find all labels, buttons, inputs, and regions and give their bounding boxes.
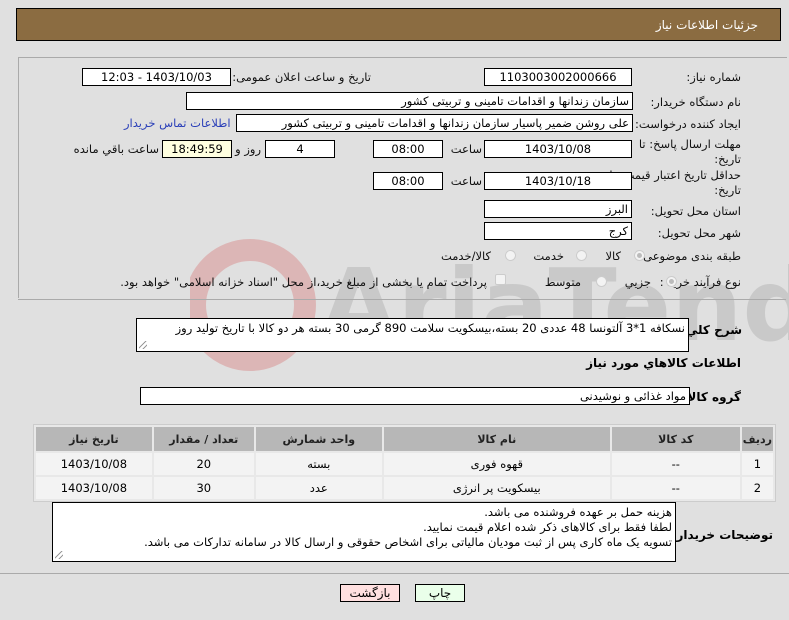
- process-radio-medium[interactable]: [596, 276, 607, 287]
- table-row: 2 -- بیسکویت پر انرژی عدد 30 1403/10/08: [36, 477, 773, 499]
- col-date: تاریخ نیاز: [36, 427, 152, 451]
- need-number-label: شماره نیاز:: [686, 70, 741, 84]
- cell-row: 2: [741, 477, 773, 499]
- buyer-org-field[interactable]: سازمان زندانها و اقدامات تامینی و تربیتی…: [186, 92, 633, 110]
- remaining-time-label: ساعت باقي مانده: [73, 142, 159, 156]
- category-option-goods-service: کالا/خدمت: [440, 249, 491, 263]
- cell-unit: عدد: [255, 477, 382, 499]
- cell-date: 1403/10/08: [36, 477, 152, 499]
- buyer-notes-label: توضیحات خریدار:: [671, 528, 773, 542]
- city-field[interactable]: کرج: [484, 222, 632, 240]
- days-remaining-field[interactable]: 4: [265, 140, 335, 158]
- announce-datetime-field[interactable]: 1403/10/03 - 12:03: [82, 68, 231, 86]
- col-qty: تعداد / مقدار: [153, 427, 254, 451]
- process-radio-minor[interactable]: [666, 276, 677, 287]
- creator-label: ایجاد کننده درخواست:: [635, 117, 741, 131]
- buyer-notes-textarea[interactable]: هزینه حمل بر عهده فروشنده می باشد. لطفا …: [52, 502, 676, 562]
- category-radio-goods-service[interactable]: [505, 250, 516, 261]
- process-option-minor: جزیي: [624, 275, 651, 289]
- validity-date-field[interactable]: 1403/10/18: [484, 172, 632, 190]
- page-title: جزئیات اطلاعات نیاز: [655, 18, 758, 32]
- cell-unit: بسته: [255, 453, 382, 475]
- treasury-payment-note: پرداخت تمام یا بخشی از مبلغ خرید،از محل …: [120, 275, 487, 289]
- days-label: روز و: [235, 142, 261, 156]
- cell-name: بیسکویت پر انرژی: [383, 477, 610, 499]
- deadline-label: مهلت ارسال پاسخ: تا: [638, 137, 741, 151]
- buyer-note-line: هزینه حمل بر عهده فروشنده می باشد.: [484, 505, 672, 519]
- city-label: شهر محل تحویل:: [657, 226, 741, 240]
- province-field[interactable]: البرز: [484, 200, 632, 218]
- need-number-field[interactable]: 1103003002000666: [484, 68, 632, 86]
- category-option-service: خدمت: [533, 249, 564, 263]
- category-option-goods: کالا: [605, 249, 621, 263]
- col-row: ردیف: [741, 427, 773, 451]
- goods-section-title: اطلاعات کالاهاي مورد نیاز: [586, 356, 741, 370]
- buyer-org-label: نام دستگاه خریدار:: [650, 95, 741, 109]
- deadline-time-label: ساعت: [450, 142, 482, 156]
- col-name: نام کالا: [383, 427, 610, 451]
- category-radio-service[interactable]: [576, 250, 587, 261]
- buyer-note-line: لطفا فقط برای کالاهای ذکر شده اعلام قیمت…: [423, 520, 672, 534]
- deadline-time-field[interactable]: 08:00: [373, 140, 443, 158]
- process-option-medium: متوسط: [544, 275, 581, 289]
- cell-date: 1403/10/08: [36, 453, 152, 475]
- deadline-label-date: تاریخ:: [714, 152, 741, 166]
- remaining-time-field[interactable]: 18:49:59: [162, 140, 232, 158]
- back-button[interactable]: بازگشت: [340, 584, 400, 602]
- resize-grip-icon[interactable]: [139, 341, 147, 349]
- cell-qty: 20: [153, 453, 254, 475]
- validity-time-field[interactable]: 08:00: [373, 172, 443, 190]
- items-table: ردیف کد کالا نام کالا واحد شمارش تعداد /…: [33, 424, 776, 502]
- buyer-note-line: تسویه یک ماه کاری پس از ثبت مودیان مالیا…: [144, 535, 672, 549]
- cell-qty: 30: [153, 477, 254, 499]
- description-text: نسکافه 1*3 آلتونسا 48 عددی 20 بسته،بیسکو…: [175, 321, 685, 335]
- category-radio-goods[interactable]: [634, 250, 645, 261]
- print-button[interactable]: چاپ: [415, 584, 465, 602]
- deadline-date-field[interactable]: 1403/10/08: [484, 140, 632, 158]
- validity-time-label: ساعت: [450, 174, 482, 188]
- col-code: کد کالا: [611, 427, 740, 451]
- buyer-contact-link[interactable]: اطلاعات تماس خریدار: [124, 116, 231, 130]
- divider: [18, 299, 786, 300]
- description-textarea[interactable]: نسکافه 1*3 آلتونسا 48 عددی 20 بسته،بیسکو…: [136, 318, 689, 352]
- cell-row: 1: [741, 453, 773, 475]
- resize-grip-icon: [120, 282, 130, 292]
- validity-label-date: تاریخ:: [714, 183, 741, 197]
- announce-label: تاریخ و ساعت اعلان عمومی:: [232, 70, 371, 84]
- cell-name: قهوه فوری: [383, 453, 610, 475]
- category-label: طبقه بندی موضوعی:: [639, 249, 741, 263]
- page-header: جزئیات اطلاعات نیاز: [16, 8, 781, 41]
- table-header-row: ردیف کد کالا نام کالا واحد شمارش تعداد /…: [36, 427, 773, 451]
- treasury-payment-checkbox[interactable]: [495, 274, 506, 285]
- goods-group-label: گروه کالا:: [682, 390, 741, 404]
- cell-code: --: [611, 477, 740, 499]
- divider: [0, 573, 789, 574]
- cell-code: --: [611, 453, 740, 475]
- creator-field[interactable]: علی روشن ضمیر پاسیار سازمان زندانها و اق…: [236, 114, 633, 132]
- table-row: 1 -- قهوه فوری بسته 20 1403/10/08: [36, 453, 773, 475]
- resize-grip-icon[interactable]: [55, 551, 63, 559]
- goods-group-field[interactable]: مواد غذائی و نوشیدنی: [140, 387, 690, 405]
- province-label: استان محل تحویل:: [650, 204, 741, 218]
- col-unit: واحد شمارش: [255, 427, 382, 451]
